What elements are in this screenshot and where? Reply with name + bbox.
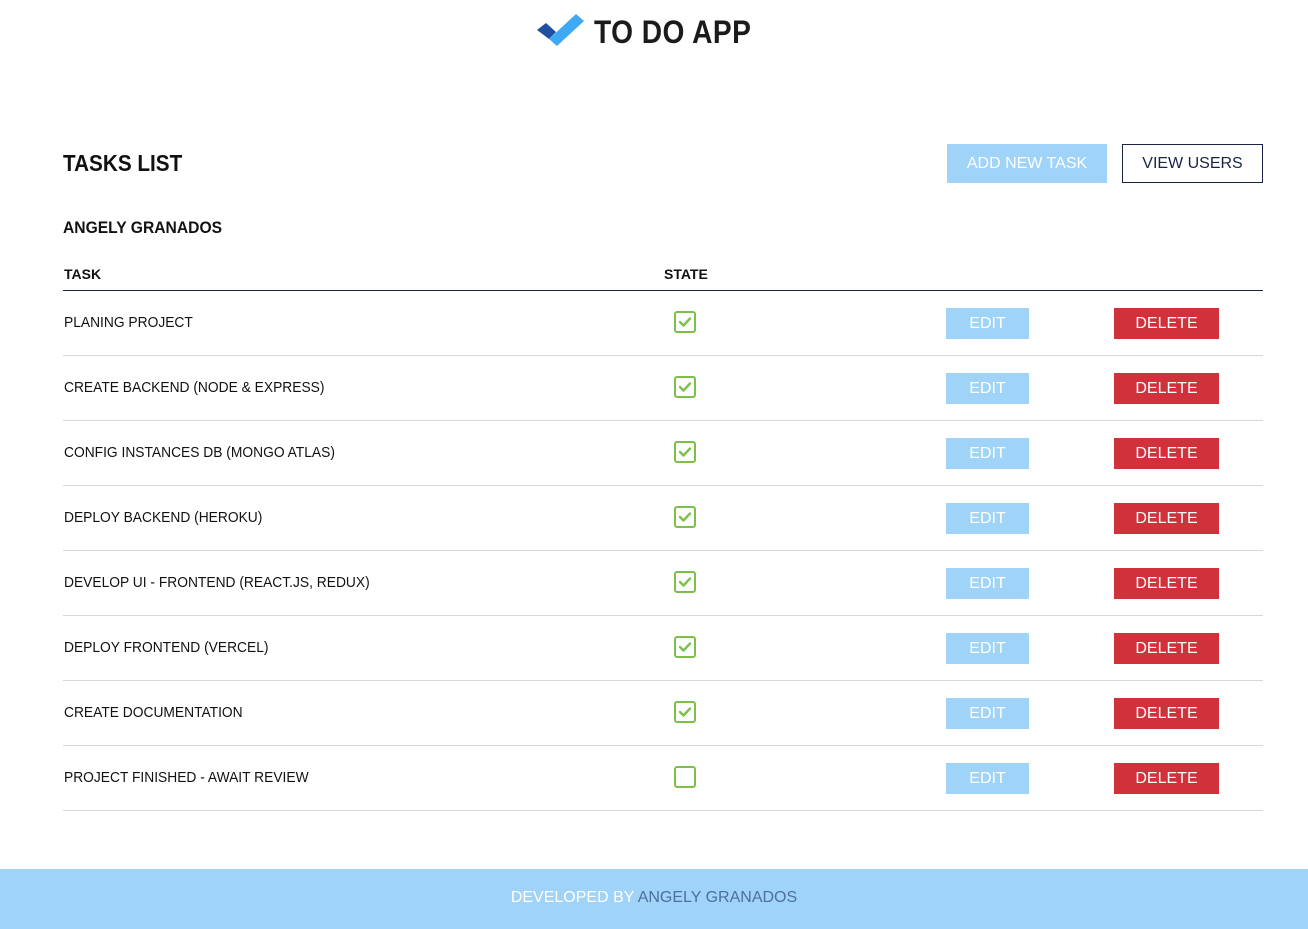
delete-button[interactable]: DELETE — [1114, 698, 1219, 729]
footer: DEVELOPED BY ANGELY GRANADOS — [0, 869, 1308, 929]
table-row: CONFIG INSTANCES DB (MONGO ATLAS) EDIT DEL… — [63, 421, 1263, 486]
column-header-state: STATE — [664, 266, 708, 282]
task-name: CREATE BACKEND (NODE & EXPRESS) — [64, 379, 325, 396]
page-title: TASKS LIST — [63, 150, 183, 176]
footer-prefix: DEVELOPED BY — [510, 889, 635, 906]
checked-checkbox-icon[interactable] — [674, 441, 696, 463]
delete-button[interactable]: DELETE — [1114, 568, 1219, 599]
edit-button[interactable]: EDIT — [946, 633, 1029, 664]
table-row: DEVELOP UI - FRONTEND (REACT.JS, REDUX) E… — [63, 551, 1263, 616]
tasks-table: TASK STATE PLANING PROJECT EDIT DELETE CREA… — [63, 262, 1263, 811]
delete-button[interactable]: DELETE — [1114, 373, 1219, 404]
double-check-logo-icon — [536, 14, 584, 46]
checked-checkbox-icon[interactable] — [674, 636, 696, 658]
table-row: PROJECT FINISHED - AWAIT REVIEW EDIT DELET… — [63, 746, 1263, 811]
checked-checkbox-icon[interactable] — [674, 701, 696, 723]
task-name: DEPLOY FRONTEND (VERCEL) — [64, 639, 269, 656]
task-name: PROJECT FINISHED - AWAIT REVIEW — [64, 769, 309, 786]
table-header: TASK STATE — [63, 262, 1263, 291]
table-row: CREATE BACKEND (NODE & EXPRESS) EDIT DELET… — [63, 356, 1263, 421]
checked-checkbox-icon[interactable] — [674, 571, 696, 593]
edit-button[interactable]: EDIT — [946, 308, 1029, 339]
checked-checkbox-icon[interactable] — [674, 311, 696, 333]
table-row: DEPLOY FRONTEND (VERCEL) EDIT DELETE — [63, 616, 1263, 681]
app-header: TO DO APP — [0, 0, 1308, 80]
edit-button[interactable]: EDIT — [946, 698, 1029, 729]
user-name-heading: ANGELY GRANADOS — [63, 218, 223, 237]
table-body: PLANING PROJECT EDIT DELETE CREATE BACKEND … — [63, 291, 1263, 811]
delete-button[interactable]: DELETE — [1114, 438, 1219, 469]
app-title: TO DO APP — [593, 13, 751, 50]
add-new-task-button[interactable]: ADD NEW TASK — [947, 144, 1107, 183]
edit-button[interactable]: EDIT — [946, 503, 1029, 534]
view-users-button[interactable]: VIEW USERS — [1122, 144, 1263, 183]
column-header-task: TASK — [64, 266, 102, 282]
edit-button[interactable]: EDIT — [946, 568, 1029, 599]
edit-button[interactable]: EDIT — [946, 438, 1029, 469]
checked-checkbox-icon[interactable] — [674, 506, 696, 528]
delete-button[interactable]: DELETE — [1114, 503, 1219, 534]
unchecked-checkbox-icon[interactable] — [674, 766, 696, 788]
task-name: DEPLOY BACKEND (HEROKU) — [64, 509, 263, 526]
delete-button[interactable]: DELETE — [1114, 308, 1219, 339]
footer-author-link[interactable]: ANGELY GRANADOS — [638, 889, 797, 906]
table-row: PLANING PROJECT EDIT DELETE — [63, 291, 1263, 356]
delete-button[interactable]: DELETE — [1114, 763, 1219, 794]
task-name: PLANING PROJECT — [64, 314, 193, 331]
checked-checkbox-icon[interactable] — [674, 376, 696, 398]
brand: TO DO APP — [536, 12, 773, 52]
edit-button[interactable]: EDIT — [946, 373, 1029, 404]
task-name: CREATE DOCUMENTATION — [64, 704, 243, 721]
delete-button[interactable]: DELETE — [1114, 633, 1219, 664]
task-name: DEVELOP UI - FRONTEND (REACT.JS, REDUX) — [64, 574, 370, 591]
table-row: DEPLOY BACKEND (HEROKU) EDIT DELETE — [63, 486, 1263, 551]
table-row: CREATE DOCUMENTATION EDIT DELETE — [63, 681, 1263, 746]
edit-button[interactable]: EDIT — [946, 763, 1029, 794]
task-name: CONFIG INSTANCES DB (MONGO ATLAS) — [64, 444, 335, 461]
